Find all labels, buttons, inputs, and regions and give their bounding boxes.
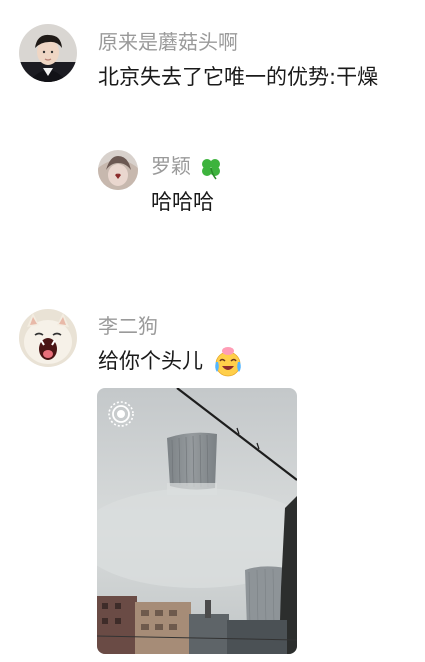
comment-text-content: 给你个头儿 <box>98 349 203 373</box>
username-text: 罗颖 <box>151 154 191 178</box>
crying-laughing-face-icon <box>214 347 241 377</box>
user-avatar[interactable] <box>19 24 77 82</box>
user-avatar[interactable] <box>19 309 77 367</box>
username[interactable]: 原来是蘑菇头啊 <box>98 30 238 54</box>
avatar-image-icon <box>19 309 77 367</box>
comment-text: 给你个头儿 <box>98 346 244 378</box>
user-avatar[interactable] <box>98 150 138 190</box>
attached-photo[interactable] <box>97 388 297 654</box>
avatar-image-icon <box>19 24 77 82</box>
live-photo-icon <box>108 401 134 427</box>
avatar-image-icon <box>98 150 138 190</box>
username[interactable]: 罗颖 <box>151 154 223 180</box>
comment-text: 北京失去了它唯一的优势:干燥 <box>98 65 379 89</box>
username[interactable]: 李二狗 <box>98 314 158 338</box>
four-leaf-clover-icon <box>202 158 221 179</box>
reply-text: 哈哈哈 <box>151 190 214 214</box>
